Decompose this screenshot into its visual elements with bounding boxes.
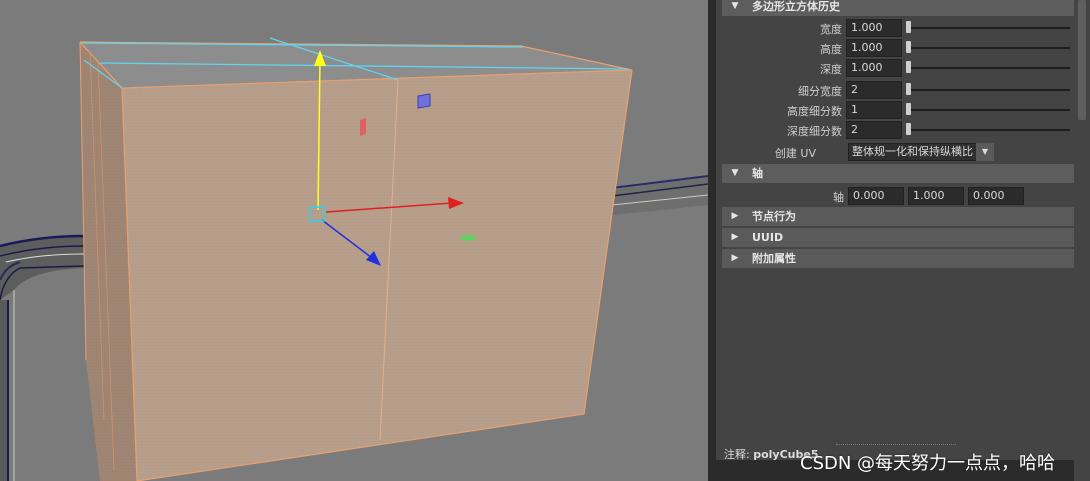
attribute-value-field[interactable]: 1.000 bbox=[846, 39, 902, 57]
3d-viewport[interactable] bbox=[0, 0, 708, 481]
attribute-editor-panel: ▼ 多边形立方体历史 宽度 1.000 高度 1.000 深度 1.000 细分宽度 2 高度细… bbox=[716, 0, 1090, 481]
attribute-slider-track[interactable] bbox=[910, 67, 1070, 69]
panel-splitter[interactable] bbox=[708, 0, 716, 481]
history-row: 深度细分数 2 bbox=[722, 120, 1074, 140]
attribute-value-field[interactable]: 2 bbox=[846, 81, 902, 99]
uv-row: 创建 UV 整体规一化和保持纵横比 ▼ bbox=[722, 142, 1074, 162]
uv-label: 创建 UV bbox=[774, 147, 816, 160]
section-title: 轴 bbox=[752, 167, 763, 180]
section-header-history[interactable]: ▼ 多边形立方体历史 bbox=[722, 0, 1074, 16]
attribute-slider-track[interactable] bbox=[910, 109, 1070, 111]
expanded-triangle-icon: ▼ bbox=[731, 1, 739, 11]
section-title: 附加属性 bbox=[752, 252, 796, 265]
axis-x-field[interactable]: 0.000 bbox=[848, 187, 904, 205]
history-row: 高度细分数 1 bbox=[722, 100, 1074, 120]
attribute-value-field[interactable]: 1.000 bbox=[846, 59, 902, 77]
attribute-slider-knob[interactable] bbox=[906, 61, 911, 73]
attribute-slider-knob[interactable] bbox=[906, 21, 911, 33]
collapsed-triangle-icon: ▶ bbox=[731, 253, 739, 263]
attribute-slider-knob[interactable] bbox=[906, 41, 911, 53]
attribute-slider-track[interactable] bbox=[910, 89, 1070, 91]
attribute-slider-track[interactable] bbox=[910, 129, 1070, 131]
section-title: 节点行为 bbox=[752, 210, 796, 223]
section-header-collapsed[interactable]: ▶ 附加属性 bbox=[722, 249, 1074, 268]
history-row: 细分宽度 2 bbox=[722, 80, 1074, 100]
xy-plane-handle-icon bbox=[460, 235, 476, 241]
attribute-slider-track[interactable] bbox=[910, 27, 1070, 29]
attribute-slider-track[interactable] bbox=[910, 47, 1070, 49]
attribute-slider-knob[interactable] bbox=[906, 103, 911, 115]
attribute-value-field[interactable]: 1.000 bbox=[846, 19, 902, 37]
section-header-collapsed[interactable]: ▶ 节点行为 bbox=[722, 207, 1074, 226]
attribute-slider-knob[interactable] bbox=[906, 83, 911, 95]
attribute-value-field[interactable]: 1 bbox=[846, 101, 902, 119]
attribute-label: 深度 bbox=[820, 63, 842, 76]
viewport-scene[interactable] bbox=[0, 0, 708, 481]
axis-label: 轴 bbox=[833, 191, 844, 204]
expanded-triangle-icon: ▼ bbox=[731, 168, 739, 178]
section-header-collapsed[interactable]: ▶ UUID bbox=[722, 228, 1074, 247]
section-title: 多边形立方体历史 bbox=[752, 0, 840, 13]
collapsed-triangle-icon: ▶ bbox=[731, 211, 739, 221]
attribute-value-field[interactable]: 2 bbox=[846, 121, 902, 139]
left-object-side bbox=[0, 300, 8, 481]
history-row: 深度 1.000 bbox=[722, 58, 1074, 78]
axis-z-field[interactable]: 0.000 bbox=[968, 187, 1024, 205]
xz-plane-handle-icon bbox=[417, 93, 431, 109]
section-header-axis[interactable]: ▼ 轴 bbox=[722, 164, 1074, 183]
section-title: UUID bbox=[752, 231, 784, 244]
uv-dropdown[interactable]: 整体规一化和保持纵横比 bbox=[848, 143, 990, 161]
attribute-slider-knob[interactable] bbox=[906, 123, 911, 135]
axis-y-field[interactable]: 1.000 bbox=[908, 187, 964, 205]
notes-divider bbox=[836, 444, 956, 446]
attribute-label: 细分宽度 bbox=[798, 85, 842, 98]
attribute-label: 宽度 bbox=[820, 23, 842, 36]
history-row: 宽度 1.000 bbox=[722, 18, 1074, 38]
attribute-label: 高度 bbox=[820, 43, 842, 56]
history-row: 高度 1.000 bbox=[722, 38, 1074, 58]
attribute-label: 深度细分数 bbox=[787, 125, 842, 138]
collapsed-triangle-icon: ▶ bbox=[731, 232, 739, 242]
axis-row: 轴 0.000 1.000 0.000 bbox=[722, 186, 1074, 206]
chevron-down-icon[interactable]: ▼ bbox=[976, 143, 994, 161]
panel-scrollbar[interactable] bbox=[1078, 0, 1086, 120]
yz-plane-handle-icon bbox=[360, 118, 366, 136]
watermark: CSDN @每天努力一点点，哈哈 bbox=[800, 453, 1056, 474]
attribute-label: 高度细分数 bbox=[787, 105, 842, 118]
